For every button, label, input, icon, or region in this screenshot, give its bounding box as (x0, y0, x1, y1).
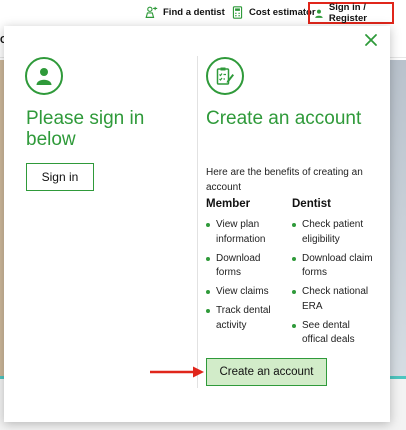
list-item: Track dental activity (206, 304, 286, 333)
list-item: Download forms (206, 252, 286, 281)
list-item: See dental offical deals (292, 319, 377, 348)
sign-in-register-link[interactable]: Sign in / Register (308, 2, 394, 24)
member-heading: Member (206, 198, 251, 210)
clipboard-edit-icon (216, 67, 234, 85)
create-account-heading: Create an account (206, 108, 362, 129)
find-dentist-link[interactable]: Find a dentist (145, 6, 225, 19)
user-icon (315, 9, 323, 18)
sign-in-heading: Please sign in below (26, 108, 145, 150)
sign-in-button[interactable]: Sign in (26, 163, 94, 191)
user-icon (36, 68, 52, 85)
arrow-right-icon (150, 366, 204, 378)
close-icon[interactable] (364, 33, 378, 47)
top-nav: Find a dentist Cost estimator Sign in / … (0, 0, 406, 26)
list-item: Download claim forms (292, 252, 377, 281)
dentist-benefits-list: Check patient eligibility Download claim… (292, 218, 377, 352)
calculator-icon (232, 6, 243, 19)
find-dentist-label: Find a dentist (163, 7, 225, 18)
benefits-intro-text: Here are the benefits of creating an acc… (206, 167, 363, 193)
hero-background-edge (388, 60, 406, 376)
member-benefits-list: View plan information Download forms Vie… (206, 218, 286, 338)
list-item: View claims (206, 285, 286, 300)
cost-estimator-label: Cost estimator (249, 7, 316, 18)
cost-estimator-link[interactable]: Cost estimator (231, 6, 316, 19)
member-avatar-badge (25, 57, 63, 95)
sign-in-register-label: Sign in / Register (328, 2, 367, 24)
create-account-button[interactable]: Create an account (206, 358, 327, 386)
account-badge (206, 57, 244, 95)
dentist-heading: Dentist (292, 198, 331, 210)
list-item: View plan information (206, 218, 286, 247)
find-dentist-icon (145, 6, 158, 18)
column-divider (197, 56, 198, 388)
list-item: Check patient eligibility (292, 218, 377, 247)
list-item: Check national ERA (292, 285, 377, 314)
